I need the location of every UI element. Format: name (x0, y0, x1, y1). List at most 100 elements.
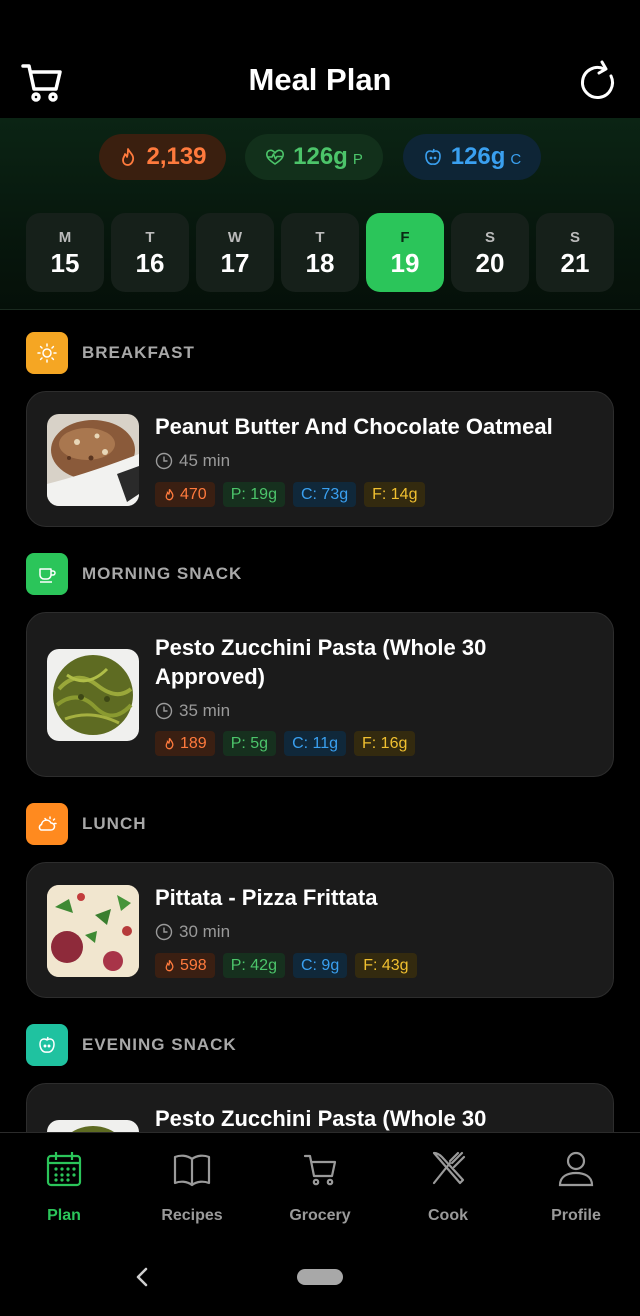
day-button-19-selected[interactable]: F 19 (366, 213, 444, 292)
cook-time: 35 min (155, 701, 230, 721)
clock-icon (155, 702, 173, 720)
section-title: EVENING SNACK (82, 1035, 237, 1054)
section-title: MORNING SNACK (82, 564, 243, 583)
app-header: Meal Plan (0, 0, 640, 118)
nav-cook[interactable]: Cook (384, 1149, 512, 1225)
home-gesture-pill[interactable] (297, 1269, 343, 1285)
bottom-navigation: Plan Recipes Grocery Cook Profile (0, 1132, 640, 1242)
day-letter: S (484, 229, 495, 246)
day-button-18[interactable]: T 18 (281, 213, 359, 292)
nav-plan[interactable]: Plan (0, 1149, 128, 1225)
cook-time-value: 35 min (179, 701, 231, 720)
recipe-image (47, 414, 139, 506)
day-button-21[interactable]: S 21 (536, 213, 614, 292)
fat-tag: F: 16g (354, 731, 416, 756)
heart-pulse-icon (266, 149, 285, 165)
sun-icon (26, 332, 68, 374)
daily-summary: 2,139 126g P 126g C M 15 T 16 W 17 T 18 F 19 … (0, 118, 640, 310)
cook-time-value: 45 min (179, 451, 231, 470)
day-letter: T (315, 229, 325, 246)
macro-tags: 470 P: 19g C: 73g F: 14g (155, 482, 426, 507)
protein-pill: 126g P (245, 134, 383, 180)
book-icon (173, 1154, 211, 1187)
protein-tag: P: 19g (222, 482, 285, 507)
flame-icon (165, 737, 174, 750)
nav-grocery[interactable]: Grocery (256, 1149, 384, 1225)
meal-card-lunch[interactable]: Pittata - Pizza Frittata 30 min 598 P: 4… (26, 862, 614, 998)
day-number: 20 (475, 248, 505, 278)
cook-time: 30 min (155, 922, 230, 942)
nav-label: Plan (47, 1207, 81, 1224)
flame-icon (165, 959, 174, 972)
day-number: 16 (135, 248, 165, 278)
protein-tag: P: 5g (222, 731, 277, 756)
cloud-sun-icon (26, 803, 68, 845)
utensils-icon (432, 1151, 466, 1185)
refresh-icon[interactable] (578, 60, 618, 104)
section-lunch: LUNCH (26, 803, 147, 845)
cook-time: 45 min (155, 451, 230, 471)
clock-icon (155, 923, 173, 941)
recipe-name: Pittata - Pizza Frittata (155, 885, 378, 910)
day-number: 19 (390, 248, 420, 278)
section-morning-snack: MORNING SNACK (26, 553, 242, 595)
day-button-16[interactable]: T 16 (111, 213, 189, 292)
flame-icon (165, 488, 174, 501)
system-navigation-bar (0, 1242, 640, 1316)
cart-icon (303, 1154, 337, 1186)
calorie-tag: 598 (155, 953, 215, 978)
meal-card-morning-snack[interactable]: Pesto Zucchini Pasta (Whole 30 Approved)… (26, 612, 614, 777)
section-title: LUNCH (82, 814, 147, 833)
macro-tags: 598 P: 42g C: 9g F: 43g (155, 953, 417, 978)
day-button-17[interactable]: W 17 (196, 213, 274, 292)
coffee-cup-icon (26, 553, 68, 595)
day-letter: S (569, 229, 580, 246)
section-evening-snack: EVENING SNACK (26, 1024, 237, 1066)
carbs-tag: C: 73g (292, 482, 357, 507)
day-letter: T (145, 229, 155, 246)
day-number: 21 (560, 248, 590, 278)
nav-profile[interactable]: Profile (512, 1149, 640, 1225)
nav-label: Grocery (289, 1207, 351, 1224)
apple-icon (424, 148, 441, 165)
carbs-value: 126g (450, 143, 506, 170)
calorie-value: 189 (180, 735, 207, 752)
day-number: 17 (220, 248, 250, 278)
page-title: Meal Plan (248, 62, 392, 97)
flame-icon (122, 148, 135, 166)
day-number: 15 (50, 248, 80, 278)
nav-label: Cook (428, 1207, 468, 1224)
fat-tag: F: 14g (364, 482, 426, 507)
fat-tag: F: 43g (355, 953, 417, 978)
recipe-image (47, 885, 139, 977)
recipe-name: Peanut Butter And Chocolate Oatmeal (155, 414, 553, 439)
carbs-pill: 126g C (403, 134, 541, 180)
calorie-tag: 189 (155, 731, 215, 756)
clock-icon (155, 452, 173, 470)
recipe-image (47, 649, 139, 741)
calendar-icon (46, 1152, 82, 1187)
apple-icon (26, 1024, 68, 1066)
protein-unit: P (352, 150, 363, 168)
recipe-name: Pesto Zucchini Pasta (Whole 30 Approved) (155, 635, 487, 689)
calorie-value: 470 (180, 486, 207, 503)
recipe-name: Pesto Zucchini Pasta (Whole 30 (155, 1106, 487, 1131)
day-button-20[interactable]: S 20 (451, 213, 529, 292)
day-letter: W (227, 229, 243, 246)
section-breakfast: BREAKFAST (26, 332, 195, 374)
meal-card-breakfast[interactable]: Peanut Butter And Chocolate Oatmeal 45 m… (26, 391, 614, 527)
nav-label: Profile (551, 1207, 601, 1224)
macro-tags: 189 P: 5g C: 11g F: 16g (155, 731, 416, 756)
calories-value: 2,139 (146, 143, 207, 170)
nav-label: Recipes (161, 1207, 223, 1224)
nav-recipes[interactable]: Recipes (128, 1149, 256, 1225)
day-number: 18 (305, 248, 335, 278)
day-button-15[interactable]: M 15 (26, 213, 104, 292)
calorie-value: 598 (180, 957, 207, 974)
protein-value: 126g (293, 143, 348, 170)
back-icon[interactable] (132, 1264, 152, 1290)
carbs-tag: C: 9g (292, 953, 348, 978)
section-title: BREAKFAST (82, 343, 195, 362)
day-letter: F (400, 229, 410, 246)
week-day-selector: M 15 T 16 W 17 T 18 F 19 S 20 S 21 (26, 213, 614, 292)
